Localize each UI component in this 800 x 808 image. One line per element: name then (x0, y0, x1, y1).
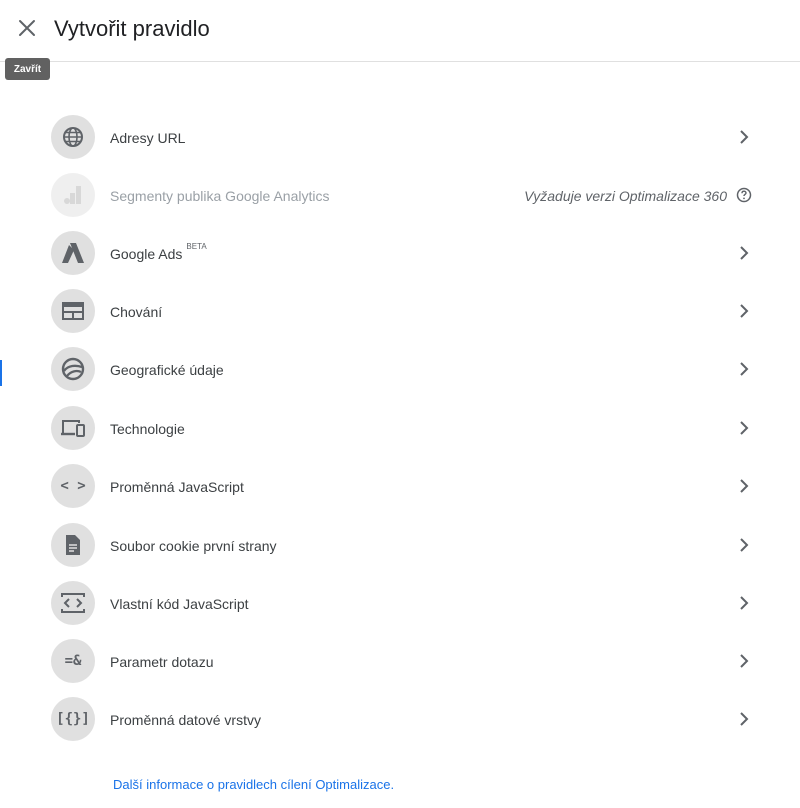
code-icon: < > (51, 464, 95, 508)
learn-more-link[interactable]: Další informace o pravidlech cílení Opti… (113, 777, 394, 792)
query-param-icon: =& (51, 639, 95, 683)
rule-row-technology[interactable]: Technologie (0, 400, 800, 458)
data-layer-glyph: [{}] (56, 711, 90, 727)
rule-label: Chování (110, 304, 163, 320)
earth-icon (51, 347, 95, 391)
rule-label: Google Ads BETA (110, 242, 207, 262)
document-icon (51, 523, 95, 567)
chevron-right-icon (736, 419, 752, 437)
data-layer-icon: [{}] (51, 697, 95, 741)
rule-label: Geografické údaje (110, 362, 224, 378)
chevron-right-icon (736, 477, 752, 495)
beta-badge: BETA (186, 242, 207, 251)
rule-row-custom-js[interactable]: Vlastní kód JavaScript (0, 575, 800, 633)
code-glyph: < > (60, 478, 86, 494)
rule-label: Proměnná JavaScript (110, 479, 244, 495)
settings-ethernet-icon (51, 581, 95, 625)
query-glyph: =& (64, 653, 82, 669)
chevron-right-icon (736, 244, 752, 262)
rule-label: Vlastní kód JavaScript (110, 596, 249, 612)
rule-row-google-ads[interactable]: Google Ads BETA (0, 225, 800, 283)
rule-label: Proměnná datové vrstvy (110, 712, 261, 728)
chevron-right-icon (736, 302, 752, 320)
rule-row-urls[interactable]: Adresy URL (0, 109, 800, 167)
rule-label: Soubor cookie první strany (110, 538, 277, 554)
page-title: Vytvořit pravidlo (54, 16, 210, 41)
rule-row-js-variable[interactable]: < > Proměnná JavaScript (0, 458, 800, 516)
chevron-right-icon (736, 594, 752, 612)
rule-row-analytics-segments: Segmenty publika Google Analytics Vyžadu… (0, 167, 800, 225)
requirement-note: Vyžaduje verzi Optimalizace 360 (524, 188, 727, 204)
google-ads-icon (51, 231, 95, 275)
close-icon (19, 20, 35, 36)
analytics-icon (51, 173, 95, 217)
rule-label: Technologie (110, 421, 185, 437)
chevron-right-icon (736, 710, 752, 728)
rule-row-query-param[interactable]: =& Parametr dotazu (0, 633, 800, 691)
rule-row-geography[interactable]: Geografické údaje (0, 341, 800, 399)
globe-icon (51, 115, 95, 159)
help-icon[interactable] (736, 187, 752, 203)
rule-label: Segmenty publika Google Analytics (110, 188, 330, 204)
chevron-right-icon (736, 536, 752, 554)
rule-label: Parametr dotazu (110, 654, 214, 670)
close-button[interactable] (14, 15, 40, 41)
rule-label-text: Google Ads (110, 246, 183, 262)
chevron-right-icon (736, 360, 752, 378)
chevron-right-icon (736, 128, 752, 146)
devices-icon (51, 406, 95, 450)
rule-label: Adresy URL (110, 130, 186, 146)
dialog-header: Vytvořit pravidlo (0, 0, 800, 62)
chevron-right-icon (736, 652, 752, 670)
close-tooltip: Zavřít (5, 58, 50, 80)
rule-row-behavior[interactable]: Chování (0, 283, 800, 341)
rule-row-data-layer[interactable]: [{}] Proměnná datové vrstvy (0, 691, 800, 749)
web-layout-icon (51, 289, 95, 333)
rule-row-first-party-cookie[interactable]: Soubor cookie první strany (0, 517, 800, 575)
